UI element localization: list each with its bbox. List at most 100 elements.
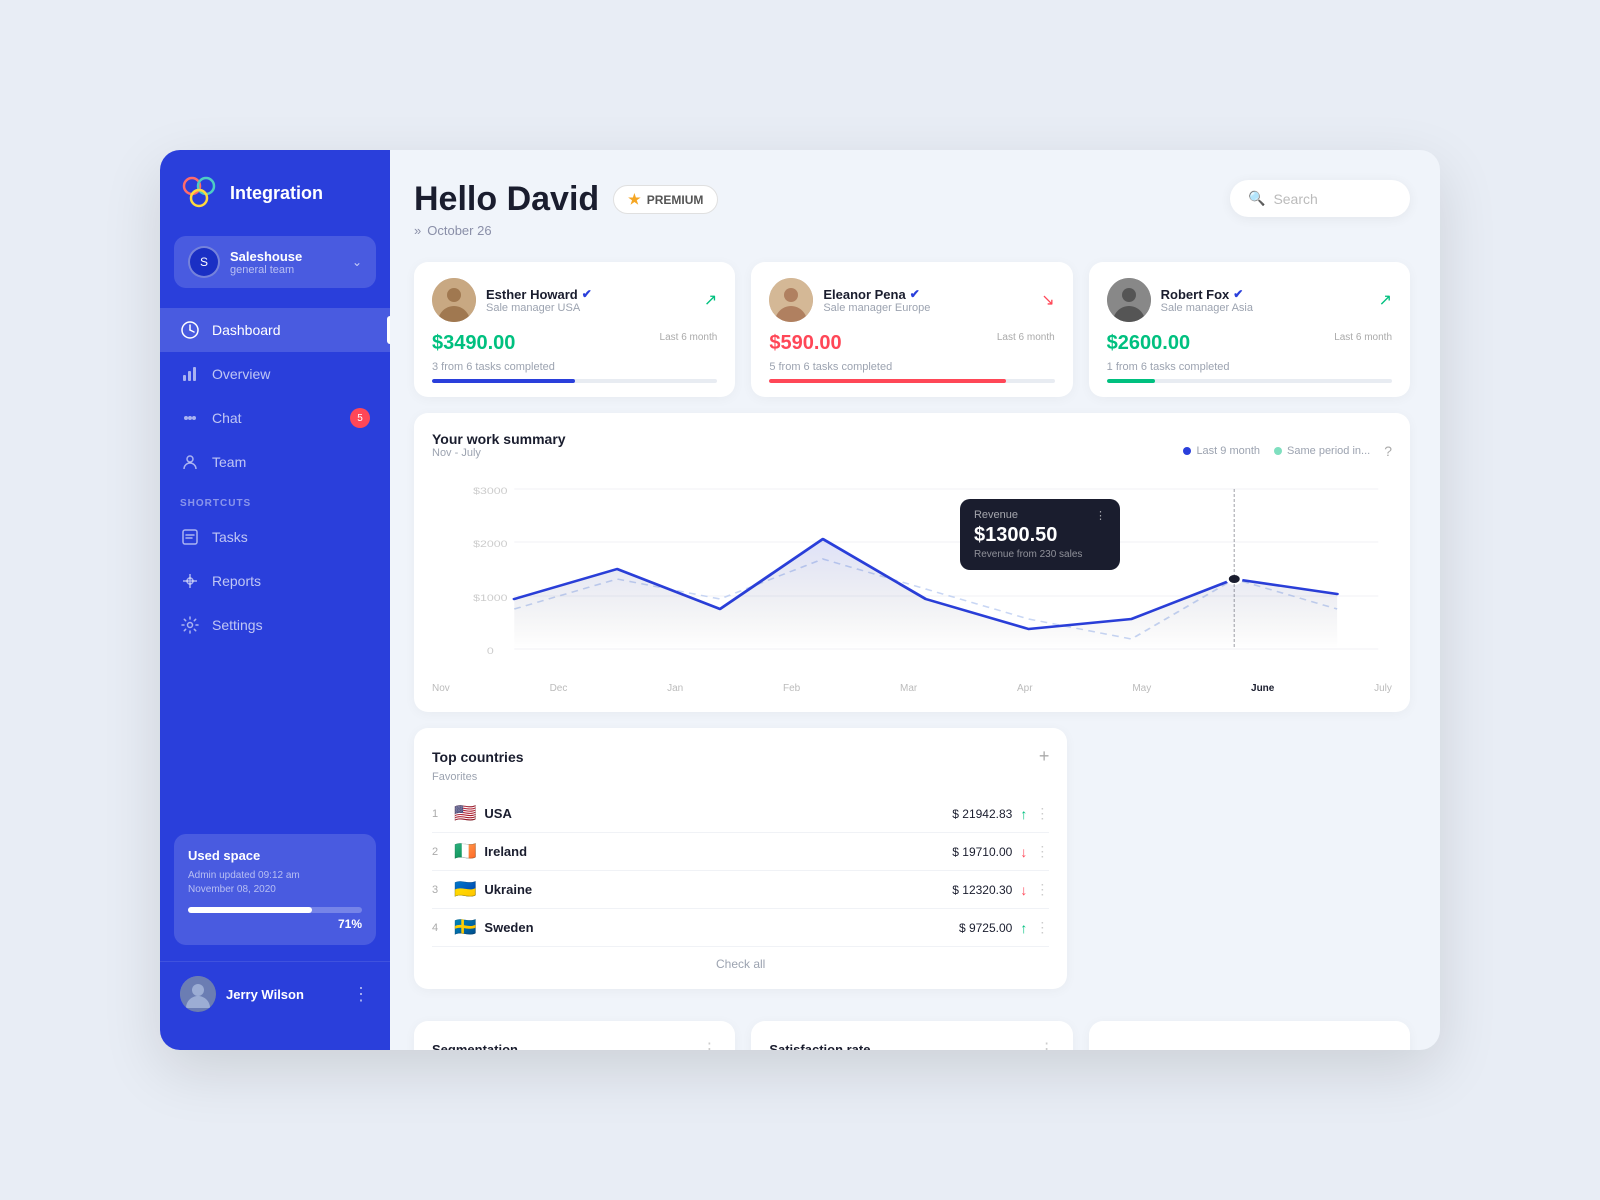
used-space-title: Used space: [188, 848, 362, 863]
country-name-ireland: Ireland: [484, 844, 944, 859]
manager-trend-robert: ↗: [1379, 290, 1392, 310]
sidebar-item-overview[interactable]: Overview: [160, 352, 390, 396]
manager-period-esther: Last 6 month: [660, 332, 718, 343]
check-all-button[interactable]: Check all: [432, 957, 1049, 971]
shortcuts-label: SHORTCUTS: [160, 484, 390, 515]
user-avatar: [180, 976, 216, 1012]
manager-trend-eleanor: ↘: [1041, 290, 1054, 310]
reports-label: Reports: [212, 573, 261, 589]
manager-avatar-esther: [432, 278, 476, 322]
sidebar-item-tasks[interactable]: Tasks: [160, 515, 390, 559]
countries-header: Top countries +: [432, 746, 1049, 767]
tooltip-amount: $1300.50: [974, 524, 1106, 547]
tooltip-label: Revenue ⋮: [974, 509, 1106, 522]
sidebar-item-reports[interactable]: Reports: [160, 559, 390, 603]
country-flag-ukraine: 🇺🇦: [454, 879, 476, 900]
country-row-ireland: 2 🇮🇪 Ireland $ 19710.00 ↓ ⋮: [432, 833, 1049, 871]
search-box[interactable]: 🔍 Search: [1230, 180, 1410, 217]
legend-dot-teal: [1274, 447, 1282, 455]
country-menu-ukraine[interactable]: ⋮: [1035, 881, 1049, 898]
countries-title: Top countries: [432, 749, 524, 765]
user-menu-dots[interactable]: ⋮: [352, 984, 370, 1005]
task-progress-eleanor: [769, 379, 1054, 383]
sidebar-item-dashboard[interactable]: Dashboard: [160, 308, 390, 352]
country-name-usa: USA: [484, 806, 944, 821]
sat-menu[interactable]: ⋮: [1039, 1039, 1055, 1050]
dashboard-icon: [180, 320, 200, 340]
manager-card-robert: Robert Fox ✔ Sale manager Asia ↗ $2600.0…: [1089, 262, 1410, 397]
main-bottom: Segmentation ⋮ All users 800 441 233 126: [414, 1021, 1410, 1050]
trend-up-icon-robert: ↗: [1379, 292, 1392, 309]
manager-amount-row-robert: $2600.00 1 from 6 tasks completed Last 6…: [1107, 332, 1392, 373]
country-row-sweden: 4 🇸🇪 Sweden $ 9725.00 ↑ ⋮: [432, 909, 1049, 947]
chart-subtitle: Nov - July: [432, 447, 566, 459]
dashboard-label: Dashboard: [212, 322, 281, 338]
seg-menu[interactable]: ⋮: [701, 1039, 717, 1050]
x-label-mar: Mar: [900, 683, 917, 694]
country-row-ukraine: 3 🇺🇦 Ukraine $ 12320.30 ↓ ⋮: [432, 871, 1049, 909]
country-menu-usa[interactable]: ⋮: [1035, 805, 1049, 822]
satisfaction-card: Satisfaction rate ⋮ From all projects 0%…: [751, 1021, 1072, 1050]
app-title: Integration: [230, 183, 323, 204]
svg-text:$2000: $2000: [473, 540, 507, 550]
legend-dot-blue: [1183, 447, 1191, 455]
manager-period-eleanor: Last 6 month: [997, 332, 1055, 343]
country-menu-sweden[interactable]: ⋮: [1035, 919, 1049, 936]
country-amount-usa: $ 21942.83: [952, 807, 1012, 821]
used-space-progress-fill: [188, 907, 312, 913]
chart-tooltip: Revenue ⋮ $1300.50 Revenue from 230 sale…: [960, 499, 1120, 570]
chat-label: Chat: [212, 410, 242, 426]
sidebar-item-team[interactable]: Team: [160, 440, 390, 484]
manager-amount-esther: $3490.00 3 from 6 tasks completed: [432, 332, 555, 373]
manager-card-eleanor: Eleanor Pena ✔ Sale manager Europe ↘ $59…: [751, 262, 1072, 397]
sat-title: Satisfaction rate: [769, 1042, 870, 1051]
manager-cards-row: Esther Howard ✔ Sale manager USA ↗ $3490…: [414, 262, 1410, 397]
svg-text:$1000: $1000: [473, 594, 507, 604]
svg-text:0: 0: [487, 647, 494, 657]
header-title-row: Hello David ★ PREMIUM: [414, 180, 718, 219]
manager-top: Esther Howard ✔ Sale manager USA ↗: [432, 278, 717, 322]
page-header: Hello David ★ PREMIUM October 26 🔍 Searc…: [414, 180, 1410, 238]
country-rank-1: 1: [432, 808, 446, 820]
settings-label: Settings: [212, 617, 263, 633]
manager-period-robert: Last 6 month: [1334, 332, 1392, 343]
sidebar-item-settings[interactable]: Settings: [160, 603, 390, 647]
legend-last-label: Last 9 month: [1196, 445, 1260, 457]
task-progress-esther: [432, 379, 717, 383]
country-amount-ukraine: $ 12320.30: [952, 883, 1012, 897]
trend-down-icon: ↘: [1041, 292, 1054, 309]
used-space-progress-bg: [188, 907, 362, 913]
sidebar-item-chat[interactable]: Chat 5: [160, 396, 390, 440]
country-menu-ireland[interactable]: ⋮: [1035, 843, 1049, 860]
chat-icon: [180, 408, 200, 428]
manager-amount-robert: $2600.00 1 from 6 tasks completed: [1107, 332, 1230, 373]
country-trend-ireland: ↓: [1020, 844, 1027, 860]
country-flag-usa: 🇺🇸: [454, 803, 476, 824]
manager-role-esther: Sale manager USA: [486, 302, 694, 314]
manager-amount-eleanor: $590.00 5 from 6 tasks completed: [769, 332, 892, 373]
tasks-icon: [180, 527, 200, 547]
no-components-card: ★ ★ ★ ★ ✕ ✕ 🚀 No components created yet …: [1089, 1021, 1410, 1050]
workspace-chevron-icon: ⌄: [352, 255, 362, 269]
tooltip-menu[interactable]: ⋮: [1095, 509, 1106, 522]
manager-tasks-esther: 3 from 6 tasks completed: [432, 361, 555, 373]
country-name-ukraine: Ukraine: [484, 882, 944, 897]
search-placeholder: Search: [1273, 191, 1317, 207]
workspace-selector[interactable]: S Saleshouse general team ⌄: [174, 236, 376, 288]
x-label-apr: Apr: [1017, 683, 1033, 694]
country-trend-ukraine: ↓: [1020, 882, 1027, 898]
task-progress-fill-eleanor: [769, 379, 1006, 383]
countries-add-button[interactable]: +: [1039, 746, 1050, 767]
chart-x-labels: Nov Dec Jan Feb Mar Apr May June July: [432, 679, 1392, 694]
country-amount-ireland: $ 19710.00: [952, 845, 1012, 859]
manager-role-eleanor: Sale manager Europe: [823, 302, 1031, 314]
chart-help-icon[interactable]: ?: [1384, 443, 1392, 459]
overview-icon: [180, 364, 200, 384]
task-progress-robert: [1107, 379, 1392, 383]
country-flag-ireland: 🇮🇪: [454, 841, 476, 862]
x-label-may: May: [1132, 683, 1151, 694]
chart-meta: Last 9 month Same period in... ?: [1183, 443, 1392, 459]
manager-avatar-robert: [1107, 278, 1151, 322]
x-label-jan: Jan: [667, 683, 683, 694]
x-label-dec: Dec: [550, 683, 568, 694]
